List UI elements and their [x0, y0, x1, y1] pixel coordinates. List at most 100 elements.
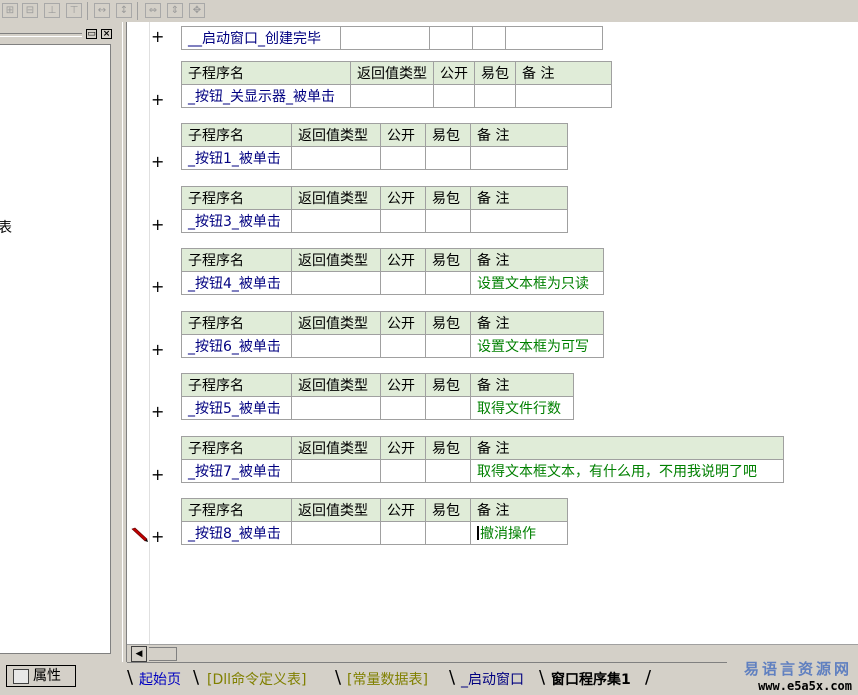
return-type-cell[interactable]	[350, 84, 434, 108]
toolbar: ⊞ ⊟ ⊥ ⊤ ↔ ↕ ⇔ ⇕ ✥	[0, 0, 858, 23]
tab-bar: \ 起始页 \ [Dll命令定义表] \ [常量数据表] \ _启动窗口 \ 窗…	[127, 662, 727, 693]
package-cell[interactable]	[425, 209, 471, 233]
minimize-icon[interactable]: ▭	[86, 29, 97, 39]
return-type-cell[interactable]	[291, 459, 381, 483]
package-cell[interactable]	[474, 84, 516, 108]
header-package: 易包	[425, 311, 471, 335]
expand-icon[interactable]: +	[151, 467, 164, 483]
note-cell[interactable]: 取得文件行数	[470, 396, 574, 420]
tab-divider: \	[449, 667, 456, 688]
header-note: 备 注	[470, 436, 784, 460]
public-cell[interactable]	[380, 459, 426, 483]
horizontal-center-icon[interactable]: ⇔	[145, 3, 161, 18]
procedure-name[interactable]: _按钮7_被单击	[181, 459, 292, 483]
code-editor[interactable]: + __启动窗口_创建完毕 + 子程序名 返回值类型 公开 易包 备 注 _按钮…	[127, 22, 858, 644]
package-cell[interactable]	[425, 334, 471, 358]
header-public: 公开	[380, 186, 426, 210]
procedure-table: 子程序名 返回值类型 公开 易包 备 注 _按钮5_被单击 取得文件行数	[181, 373, 574, 420]
header-package: 易包	[425, 248, 471, 272]
expand-icon[interactable]: +	[151, 92, 164, 108]
note-cell[interactable]: 撤消操作	[470, 521, 568, 545]
align-bottom-icon[interactable]: ⊤	[66, 3, 82, 18]
scroll-left-icon[interactable]: ◀	[131, 646, 147, 662]
align-center-icon[interactable]: ⊟	[22, 3, 38, 18]
procedure-table: 子程序名 返回值类型 公开 易包 备 注 _按钮3_被单击	[181, 186, 568, 233]
header-name: 子程序名	[181, 498, 292, 522]
return-type-cell[interactable]	[291, 334, 381, 358]
expand-icon[interactable]: +	[151, 342, 164, 358]
package-cell[interactable]	[425, 459, 471, 483]
procedure-table: 子程序名 返回值类型 公开 易包 备 注 _按钮6_被单击 设置文本框为可写	[181, 311, 604, 358]
text-cursor	[477, 526, 479, 540]
procedure-name[interactable]: _按钮6_被单击	[181, 334, 292, 358]
note-cell[interactable]	[515, 84, 612, 108]
header-return-type: 返回值类型	[291, 373, 381, 397]
return-type-cell[interactable]	[291, 146, 381, 170]
expand-icon[interactable]: +	[151, 404, 164, 420]
public-cell[interactable]	[380, 521, 426, 545]
header-return-type: 返回值类型	[291, 186, 381, 210]
equal-height-icon[interactable]: ↕	[116, 3, 132, 18]
procedure-table: __启动窗口_创建完毕	[181, 26, 603, 50]
left-panel-list[interactable]: 表	[0, 44, 111, 654]
procedure-name[interactable]: __启动窗口_创建完毕	[181, 26, 341, 50]
header-name: 子程序名	[181, 436, 292, 460]
package-cell[interactable]	[425, 146, 471, 170]
return-type-cell[interactable]	[291, 521, 381, 545]
public-cell[interactable]	[380, 209, 426, 233]
header-package: 易包	[425, 123, 471, 147]
return-type-cell[interactable]	[291, 271, 381, 295]
public-cell[interactable]	[380, 271, 426, 295]
expand-icon[interactable]: +	[151, 217, 164, 233]
align-left-icon[interactable]: ⊞	[2, 3, 18, 18]
note-cell[interactable]: 取得文本框文本，有什么用，不用我说明了吧	[470, 459, 784, 483]
tab-divider: \	[335, 667, 342, 688]
properties-button[interactable]: 属性	[6, 665, 76, 687]
header-public: 公开	[433, 61, 475, 85]
header-package: 易包	[474, 61, 516, 85]
tab-start-page[interactable]: 起始页	[139, 669, 181, 691]
note-text: 撤消操作	[480, 526, 536, 542]
expand-icon[interactable]: +	[151, 529, 164, 545]
note-cell[interactable]: 设置文本框为只读	[470, 271, 604, 295]
public-cell[interactable]	[380, 396, 426, 420]
expand-icon[interactable]: +	[151, 154, 164, 170]
header-return-type: 返回值类型	[291, 123, 381, 147]
return-type-cell[interactable]	[291, 396, 381, 420]
package-cell[interactable]	[425, 521, 471, 545]
tab-startup-window[interactable]: _启动窗口	[461, 669, 524, 691]
close-icon[interactable]: ×	[101, 29, 112, 39]
properties-label: 属性	[33, 668, 61, 684]
tab-divider: \	[539, 667, 546, 688]
procedure-name[interactable]: _按钮1_被单击	[181, 146, 292, 170]
public-cell[interactable]	[380, 334, 426, 358]
header-name: 子程序名	[181, 248, 292, 272]
public-cell[interactable]	[433, 84, 475, 108]
procedure-name[interactable]: _按钮3_被单击	[181, 209, 292, 233]
public-cell[interactable]	[380, 146, 426, 170]
center-both-icon[interactable]: ✥	[189, 3, 205, 18]
site-logo: 易语言资源网 www.e5a5x.com	[744, 658, 852, 693]
tab-window-assembly[interactable]: 窗口程序集1	[551, 669, 631, 691]
return-type-cell[interactable]	[291, 209, 381, 233]
header-return-type: 返回值类型	[291, 248, 381, 272]
expand-icon[interactable]: +	[151, 279, 164, 295]
note-cell[interactable]: 设置文本框为可写	[470, 334, 604, 358]
scroll-thumb[interactable]	[149, 647, 177, 661]
note-cell[interactable]	[470, 209, 568, 233]
header-return-type: 返回值类型	[291, 311, 381, 335]
vertical-center-icon[interactable]: ⇕	[167, 3, 183, 18]
procedure-name[interactable]: _按钮8_被单击	[181, 521, 292, 545]
note-cell[interactable]	[470, 146, 568, 170]
tab-dll-commands[interactable]: [Dll命令定义表]	[207, 669, 306, 691]
grip-line	[0, 33, 82, 37]
equal-width-icon[interactable]: ↔	[94, 3, 110, 18]
package-cell[interactable]	[425, 271, 471, 295]
expand-icon[interactable]: +	[151, 29, 164, 45]
procedure-name[interactable]: _按钮_关显示器_被单击	[181, 84, 351, 108]
package-cell[interactable]	[425, 396, 471, 420]
align-top-icon[interactable]: ⊥	[44, 3, 60, 18]
procedure-name[interactable]: _按钮5_被单击	[181, 396, 292, 420]
tab-constants[interactable]: [常量数据表]	[347, 669, 428, 691]
procedure-name[interactable]: _按钮4_被单击	[181, 271, 292, 295]
